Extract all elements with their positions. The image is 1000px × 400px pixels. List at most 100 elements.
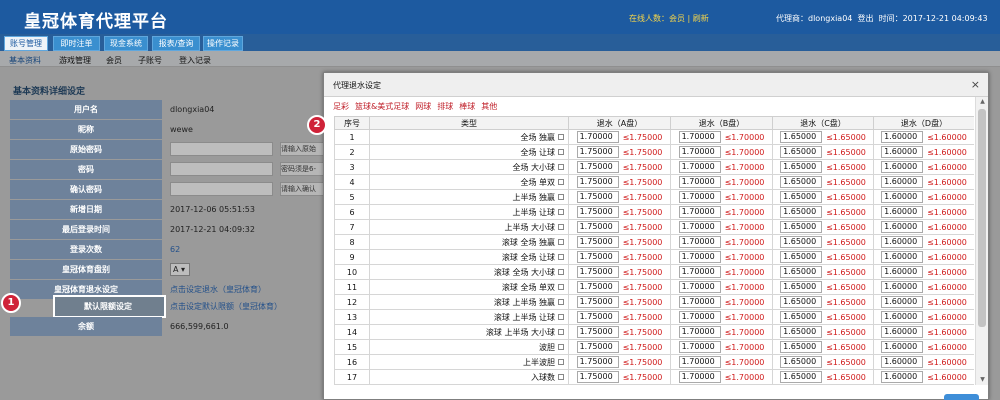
- rebate-a-input[interactable]: 1.75000: [576, 266, 619, 278]
- rebate-b-input[interactable]: 1.70000: [678, 356, 721, 368]
- category-other[interactable]: 其他: [481, 102, 497, 111]
- tab-cash-system[interactable]: 现金系统: [104, 36, 148, 51]
- rebate-b-input[interactable]: 1.70000: [678, 191, 721, 203]
- tab-live-bets[interactable]: 即时注单: [53, 36, 100, 51]
- rebate-a-input[interactable]: 1.75000: [576, 326, 619, 338]
- row-checkbox[interactable]: [558, 359, 564, 365]
- rebate-b-input[interactable]: 1.70000: [678, 131, 721, 143]
- rebate-d-input[interactable]: 1.60000: [881, 266, 924, 278]
- rebate-b-input[interactable]: 1.70000: [678, 266, 721, 278]
- rebate-a-input[interactable]: 1.75000: [576, 311, 619, 323]
- row-checkbox[interactable]: [558, 149, 564, 155]
- rebate-b-input[interactable]: 1.70000: [678, 326, 721, 338]
- rebate-d-input[interactable]: 1.60000: [881, 341, 924, 353]
- rebate-d-input[interactable]: 1.60000: [881, 371, 924, 383]
- rebate-d-input[interactable]: 1.60000: [881, 296, 924, 308]
- rebate-d-input[interactable]: 1.60000: [881, 131, 924, 143]
- row-checkbox[interactable]: [558, 239, 564, 245]
- rebate-c-input[interactable]: 1.65000: [780, 341, 823, 353]
- rebate-a-input[interactable]: 1.75000: [576, 221, 619, 233]
- row-checkbox[interactable]: [558, 299, 564, 305]
- rebate-a-input[interactable]: 1.75000: [576, 236, 619, 248]
- rebate-d-input[interactable]: 1.60000: [881, 161, 924, 173]
- rebate-b-input[interactable]: 1.70000: [678, 236, 721, 248]
- rebate-b-input[interactable]: 1.70000: [678, 176, 721, 188]
- rebate-c-input[interactable]: 1.65000: [780, 296, 823, 308]
- rebate-a-input[interactable]: 1.75000: [576, 371, 619, 383]
- row-checkbox[interactable]: [558, 329, 564, 335]
- subnav-game-management[interactable]: 游戏管理: [59, 55, 91, 66]
- refresh-link[interactable]: 刷新: [693, 14, 709, 23]
- tab-operation-log[interactable]: 操作记录: [203, 36, 243, 51]
- rebate-c-input[interactable]: 1.65000: [780, 266, 823, 278]
- rebate-c-input[interactable]: 1.65000: [780, 191, 823, 203]
- rebate-c-input[interactable]: 1.65000: [780, 251, 823, 263]
- row-checkbox[interactable]: [558, 209, 564, 215]
- row-checkbox[interactable]: [558, 314, 564, 320]
- rebate-b-input[interactable]: 1.70000: [678, 206, 721, 218]
- odds-type-select[interactable]: A ▾: [170, 263, 190, 276]
- rebate-d-input[interactable]: 1.60000: [881, 251, 924, 263]
- scroll-thumb[interactable]: [978, 109, 986, 327]
- rebate-c-input[interactable]: 1.65000: [780, 326, 823, 338]
- rebate-b-input[interactable]: 1.70000: [678, 311, 721, 323]
- close-icon[interactable]: ×: [971, 78, 980, 91]
- rebate-a-input[interactable]: 1.75000: [576, 356, 619, 368]
- rebate-a-input[interactable]: 1.75000: [576, 341, 619, 353]
- password-input[interactable]: [170, 162, 273, 176]
- subnav-sub-accounts[interactable]: 子账号: [138, 55, 162, 66]
- row-checkbox[interactable]: [558, 224, 564, 230]
- rebate-d-input[interactable]: 1.60000: [881, 356, 924, 368]
- tab-account-management[interactable]: 账号管理: [4, 36, 48, 51]
- row-checkbox[interactable]: [558, 179, 564, 185]
- row-checkbox[interactable]: [558, 269, 564, 275]
- rebate-d-input[interactable]: 1.60000: [881, 191, 924, 203]
- row-checkbox[interactable]: [558, 194, 564, 200]
- dialog-scrollbar[interactable]: ▲ ▼: [975, 97, 988, 385]
- tab-reports[interactable]: 报表/查询: [152, 36, 200, 51]
- rebate-a-input[interactable]: 1.75000: [576, 176, 619, 188]
- category-basketball[interactable]: 篮球&美式足球: [355, 102, 409, 111]
- row-checkbox[interactable]: [558, 284, 564, 290]
- category-tennis[interactable]: 网球: [415, 102, 431, 111]
- row-checkbox[interactable]: [558, 164, 564, 170]
- rebate-b-input[interactable]: 1.70000: [678, 296, 721, 308]
- rebate-b-input[interactable]: 1.70000: [678, 221, 721, 233]
- scroll-up-icon[interactable]: ▲: [976, 97, 989, 107]
- rebate-b-input[interactable]: 1.70000: [678, 146, 721, 158]
- rebate-b-input[interactable]: 1.70000: [678, 251, 721, 263]
- category-baseball[interactable]: 棒球: [459, 102, 475, 111]
- online-value-link[interactable]: 会员: [669, 14, 685, 23]
- rebate-c-input[interactable]: 1.65000: [780, 371, 823, 383]
- rebate-d-input[interactable]: 1.60000: [881, 311, 924, 323]
- logout-link[interactable]: 登出: [857, 14, 873, 23]
- row-checkbox[interactable]: [558, 344, 564, 350]
- rebate-a-input[interactable]: 1.75000: [576, 206, 619, 218]
- row-checkbox[interactable]: [558, 254, 564, 260]
- rebate-c-input[interactable]: 1.65000: [780, 236, 823, 248]
- rebate-c-input[interactable]: 1.65000: [780, 176, 823, 188]
- category-football[interactable]: 足彩: [333, 102, 349, 111]
- rebate-c-input[interactable]: 1.65000: [780, 281, 823, 293]
- rebate-b-input[interactable]: 1.70000: [678, 341, 721, 353]
- rebate-b-input[interactable]: 1.70000: [678, 161, 721, 173]
- rebate-d-input[interactable]: 1.60000: [881, 146, 924, 158]
- rebate-a-input[interactable]: 1.75000: [576, 296, 619, 308]
- rebate-b-input[interactable]: 1.70000: [678, 281, 721, 293]
- rebate-b-input[interactable]: 1.70000: [678, 371, 721, 383]
- rebate-d-input[interactable]: 1.60000: [881, 326, 924, 338]
- rebate-c-input[interactable]: 1.65000: [780, 356, 823, 368]
- rebate-a-input[interactable]: 1.75000: [576, 161, 619, 173]
- subnav-login-records[interactable]: 登入记录: [179, 55, 211, 66]
- rebate-a-input[interactable]: 1.75000: [576, 191, 619, 203]
- rebate-d-input[interactable]: 1.60000: [881, 176, 924, 188]
- rebate-a-input[interactable]: 1.75000: [576, 146, 619, 158]
- old-password-input[interactable]: [170, 142, 273, 156]
- rebate-a-input[interactable]: 1.70000: [576, 131, 619, 143]
- dialog-save-button[interactable]: [944, 394, 979, 400]
- rebate-a-input[interactable]: 1.75000: [576, 281, 619, 293]
- category-volleyball[interactable]: 排球: [437, 102, 453, 111]
- rebate-c-input[interactable]: 1.65000: [780, 206, 823, 218]
- rebate-a-input[interactable]: 1.75000: [576, 251, 619, 263]
- scroll-down-icon[interactable]: ▼: [976, 375, 989, 385]
